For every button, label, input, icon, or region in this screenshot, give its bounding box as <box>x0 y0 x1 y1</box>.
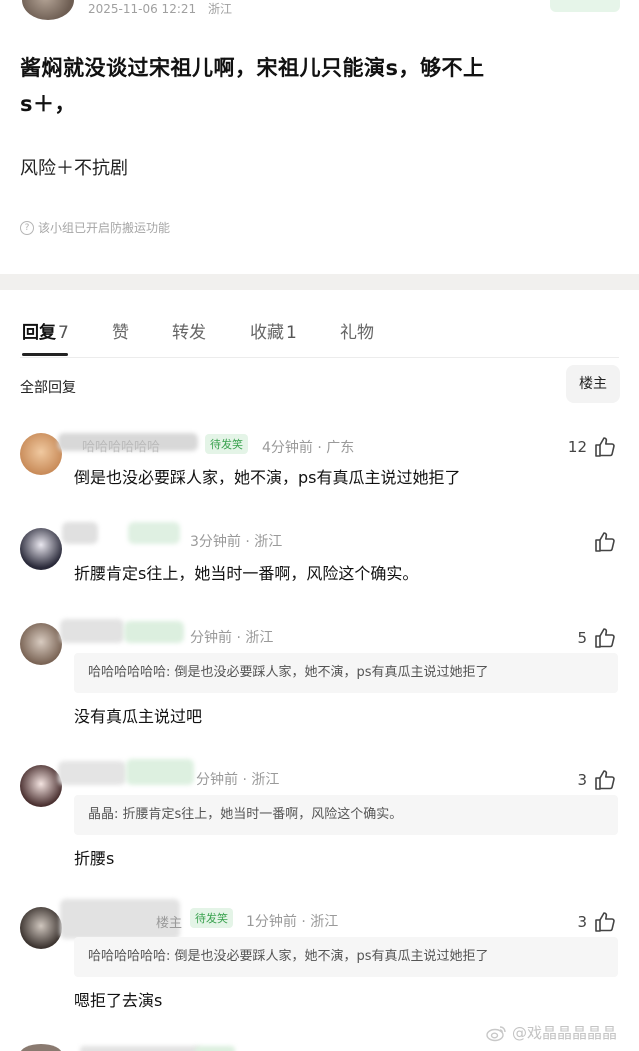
tab-replies-count: 7 <box>58 323 69 343</box>
blurred-badge <box>195 1046 235 1051</box>
comment-meta: 3分钟前 · 浙江 <box>190 534 283 550</box>
like-button[interactable]: 12 <box>568 435 617 459</box>
comment-meta: 1分钟前 · 浙江 <box>246 914 339 930</box>
tab-reposts[interactable]: 转发 <box>172 318 206 343</box>
tab-replies[interactable]: 回复 7 <box>22 318 69 343</box>
comment-username[interactable]: 哈哈哈哈哈哈 <box>82 436 160 455</box>
comment-username[interactable]: 楼主 <box>156 912 182 931</box>
blurred-username <box>58 761 126 785</box>
question-circle-icon: ? <box>20 220 34 235</box>
comment-text: 没有真瓜主说过吧 <box>74 707 203 726</box>
user-badge: 待发笑 <box>205 434 248 454</box>
thumbs-up-icon <box>595 770 615 790</box>
tab-likes-label: 赞 <box>112 323 129 343</box>
blurred-username <box>62 522 98 544</box>
comment-meta: 分钟前 · 浙江 <box>190 630 274 646</box>
watermark-text: @戏晶晶晶晶晶 <box>512 1024 618 1042</box>
post: 2025-11-06 12:21 浙江 酱焖就没谈过宋祖儿啊，宋祖儿只能演s，够… <box>0 0 639 274</box>
thumbs-up-icon <box>595 437 615 457</box>
all-replies-label: 全部回复 <box>20 380 76 396</box>
tab-reposts-label: 转发 <box>172 323 206 343</box>
quoted-reply[interactable]: 哈哈哈哈哈哈: 倒是也没必要踩人家，她不演，ps有真瓜主说过她拒了 <box>74 653 618 693</box>
blurred-badge <box>128 522 180 544</box>
like-button[interactable]: 3 <box>577 910 617 934</box>
thumbs-up-icon <box>595 532 615 552</box>
protect-notice-text: 该小组已开启防搬运功能 <box>38 221 171 235</box>
like-count: 5 <box>577 629 587 647</box>
blurred-username <box>60 619 124 643</box>
section-divider <box>0 274 639 290</box>
post-body-line1: 酱焖就没谈过宋祖儿啊，宋祖儿只能演s，够不上 <box>20 56 485 80</box>
avatar[interactable] <box>20 765 62 807</box>
blurred-badge <box>126 759 194 785</box>
avatar[interactable] <box>20 433 62 475</box>
post-location: 浙江 <box>207 2 232 16</box>
like-button[interactable]: 3 <box>577 768 617 792</box>
tab-favorites-label: 收藏 <box>250 323 284 343</box>
post-date: 2025-11-06 12:21 <box>88 2 197 16</box>
like-button[interactable] <box>593 530 617 554</box>
tab-favorites-count: 1 <box>286 323 297 343</box>
comment-text: 折腰肯定s往上，她当时一番啊，风险这个确实。 <box>74 564 419 583</box>
quoted-reply[interactable]: 晶晶: 折腰肯定s往上，她当时一番啊，风险这个确实。 <box>74 795 618 835</box>
author-avatar[interactable] <box>22 0 74 20</box>
like-count: 3 <box>577 771 587 789</box>
avatar[interactable] <box>20 907 62 949</box>
post-meta: 2025-11-06 12:21 浙江 <box>88 0 232 17</box>
tab-favorites[interactable]: 收藏 1 <box>250 318 297 343</box>
comment-text: 倒是也没必要踩人家，她不演，ps有真瓜主说过她拒了 <box>74 468 461 487</box>
post-body-line3: 风险＋不抗剧 <box>20 158 128 179</box>
avatar[interactable] <box>20 528 62 570</box>
comment-text: 折腰s <box>74 849 115 868</box>
post-body-line2: s＋， <box>20 92 76 116</box>
louzhu-only-button[interactable]: 楼主 <box>566 365 620 403</box>
thumbs-up-icon <box>595 912 615 932</box>
user-badge: 待发笑 <box>190 908 233 928</box>
weibo-logo-icon <box>486 1025 506 1041</box>
tab-likes[interactable]: 赞 <box>112 318 129 343</box>
tab-gifts[interactable]: 礼物 <box>340 318 374 343</box>
comment-meta: 分钟前 · 浙江 <box>196 772 280 788</box>
avatar[interactable] <box>20 1044 62 1051</box>
follow-button[interactable] <box>550 0 620 12</box>
comment-meta: 4分钟前 · 广东 <box>262 440 355 456</box>
like-count: 12 <box>567 438 587 456</box>
like-count: 3 <box>577 913 587 931</box>
comment-text: 嗯拒了去演s <box>74 991 163 1010</box>
weibo-watermark: @戏晶晶晶晶晶 <box>486 1022 617 1043</box>
like-button[interactable]: 5 <box>577 626 617 650</box>
blurred-username <box>80 1046 200 1051</box>
active-tab-indicator <box>22 353 68 356</box>
tabs-divider <box>20 357 619 358</box>
avatar[interactable] <box>20 623 62 665</box>
thumbs-up-icon <box>595 628 615 648</box>
protect-notice: ? 该小组已开启防搬运功能 <box>20 219 170 236</box>
blurred-badge <box>124 621 184 643</box>
tab-replies-label: 回复 <box>22 323 56 343</box>
quoted-reply[interactable]: 哈哈哈哈哈哈: 倒是也没必要踩人家，她不演，ps有真瓜主说过她拒了 <box>74 937 618 977</box>
post-tabs: 回复 7 赞 转发 收藏 1 礼物 <box>0 290 639 358</box>
tab-gifts-label: 礼物 <box>340 323 374 343</box>
